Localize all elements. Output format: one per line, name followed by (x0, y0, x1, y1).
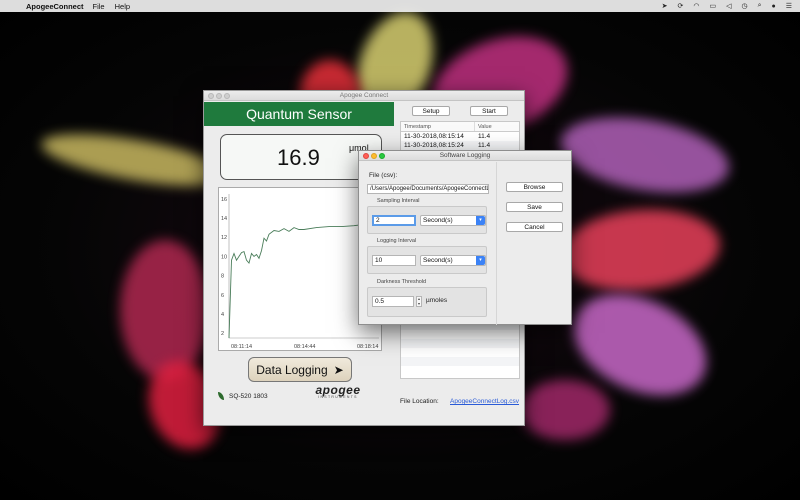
table-row[interactable]: 11-30-2018,08:15:24 11.4 (401, 141, 519, 150)
sampling-interval-group: 2 Second(s) ▾ (367, 206, 487, 234)
menu-file[interactable]: File (93, 2, 105, 11)
dialog-titlebar: Software Logging (359, 151, 571, 161)
darkness-threshold-input[interactable]: 0.5 (372, 296, 414, 307)
menu-list-icon[interactable]: ☰ (786, 2, 792, 10)
arrow-left-icon: ➤ (333, 362, 344, 377)
clock-icon[interactable]: ◷ (741, 2, 747, 10)
minimize-window-button[interactable] (216, 93, 222, 99)
file-path-field[interactable]: /Users/Apogee/Documents/ApogeeConnectLog… (367, 184, 489, 194)
y-tick-label: 6 (221, 293, 224, 299)
start-button[interactable]: Start (470, 106, 508, 116)
sync-icon[interactable]: ⟳ (677, 2, 683, 10)
save-button[interactable]: Save (506, 202, 563, 212)
table-row[interactable] (401, 339, 519, 348)
column-value[interactable]: Value (475, 122, 492, 131)
logging-interval-input[interactable]: 10 (372, 255, 416, 266)
cell-value: 11.4 (478, 133, 491, 140)
dialog-minimize-button[interactable] (371, 153, 377, 159)
status-area: ➤ ⟳ ◠ ▭ ◁ ◷ ⌕ ● ☰ (662, 2, 792, 10)
chevron-down-icon: ▾ (476, 216, 485, 225)
device-model-text: SQ-520 1803 (229, 392, 268, 400)
y-tick-label: 10 (221, 254, 227, 260)
cell-timestamp: 11-30-2018,08:15:24 (404, 142, 464, 149)
sampling-unit-value: Second(s) (423, 217, 453, 224)
x-tick-label: 08:14:44 (294, 344, 315, 350)
table-header: Timestamp Value (401, 122, 519, 132)
y-tick-label: 8 (221, 274, 224, 280)
close-window-button[interactable] (208, 93, 214, 99)
zoom-window-button[interactable] (224, 93, 230, 99)
chart-series-line (228, 213, 380, 339)
dialog-settings-panel: File (csv): /Users/Apogee/Documents/Apog… (359, 162, 496, 325)
user-icon[interactable]: ● (771, 3, 775, 10)
dialog-close-button[interactable] (363, 153, 369, 159)
file-label: File (csv): (369, 172, 398, 179)
table-row[interactable] (401, 348, 519, 357)
file-location-link[interactable]: ApogeeConnectLog.csv (450, 398, 519, 405)
data-logging-label: Data Logging (256, 362, 328, 377)
column-timestamp[interactable]: Timestamp (401, 122, 475, 131)
menu-app-name[interactable]: ApogeeConnect (26, 2, 84, 11)
sampling-interval-input[interactable]: 2 (372, 215, 416, 226)
logging-unit-value: Second(s) (423, 257, 453, 264)
volume-icon[interactable]: ◁ (726, 2, 731, 10)
table-row[interactable] (401, 330, 519, 339)
menu-bar: ApogeeConnect File Help ➤ ⟳ ◠ ▭ ◁ ◷ ⌕ ● … (0, 0, 800, 12)
apogee-logo: apogee INSTRUMENTS (306, 383, 370, 405)
logging-unit-select[interactable]: Second(s) ▾ (420, 255, 486, 266)
darkness-threshold-group: 0.5 ▴ ▾ µmoles (367, 287, 487, 317)
chevron-down-icon: ▾ (476, 256, 485, 265)
cell-timestamp: 11-30-2018,08:15:14 (404, 133, 464, 140)
setup-button[interactable]: Setup (412, 106, 450, 116)
cancel-button[interactable]: Cancel (506, 222, 563, 232)
dialog-zoom-button[interactable] (379, 153, 385, 159)
chart-axis (228, 194, 379, 339)
x-tick-label: 08:11:14 (231, 344, 252, 350)
table-row[interactable]: 11-30-2018,08:15:14 11.4 (401, 132, 519, 141)
leaf-icon (218, 392, 224, 400)
y-tick-label: 2 (221, 331, 224, 337)
y-tick-label: 4 (221, 312, 224, 318)
darkness-threshold-label: Darkness Threshold (377, 279, 427, 285)
logging-interval-label: Logging Interval (377, 238, 417, 244)
sampling-unit-select[interactable]: Second(s) ▾ (420, 215, 486, 226)
table-row[interactable] (401, 357, 519, 366)
main-titlebar: Apogee Connect (204, 91, 524, 101)
airplay-icon[interactable]: ▭ (709, 2, 716, 10)
menu-help[interactable]: Help (115, 2, 130, 11)
reading-value: 16.9 (277, 145, 320, 170)
cell-value: 11.4 (478, 142, 491, 149)
location-icon[interactable]: ➤ (662, 2, 668, 10)
x-tick-label: 08:18:14 (357, 344, 378, 350)
y-tick-label: 12 (221, 235, 227, 241)
y-tick-label: 14 (221, 216, 227, 222)
sensor-title: Quantum Sensor (204, 102, 394, 126)
search-icon[interactable]: ⌕ (758, 2, 762, 10)
wifi-icon[interactable]: ◠ (693, 2, 699, 10)
device-model: SQ-520 1803 (218, 392, 268, 400)
file-location-label: File Location: (400, 398, 439, 405)
dialog-actions-panel: Browse Save Cancel (496, 162, 573, 325)
window-title: Apogee Connect (339, 92, 389, 99)
stepper-down-icon[interactable]: ▾ (417, 301, 421, 307)
darkness-unit: µmoles (426, 297, 448, 304)
data-logging-button[interactable]: Data Logging ➤ (248, 357, 352, 382)
sampling-interval-label: Sampling Interval (377, 198, 420, 204)
logging-interval-group: 10 Second(s) ▾ (367, 246, 487, 274)
dialog-title: Software Logging (439, 152, 491, 159)
browse-button[interactable]: Browse (506, 182, 563, 192)
darkness-stepper[interactable]: ▴ ▾ (416, 296, 422, 307)
software-logging-dialog: Software Logging File (csv): /Users/Apog… (358, 150, 572, 325)
y-tick-label: 16 (221, 197, 227, 203)
